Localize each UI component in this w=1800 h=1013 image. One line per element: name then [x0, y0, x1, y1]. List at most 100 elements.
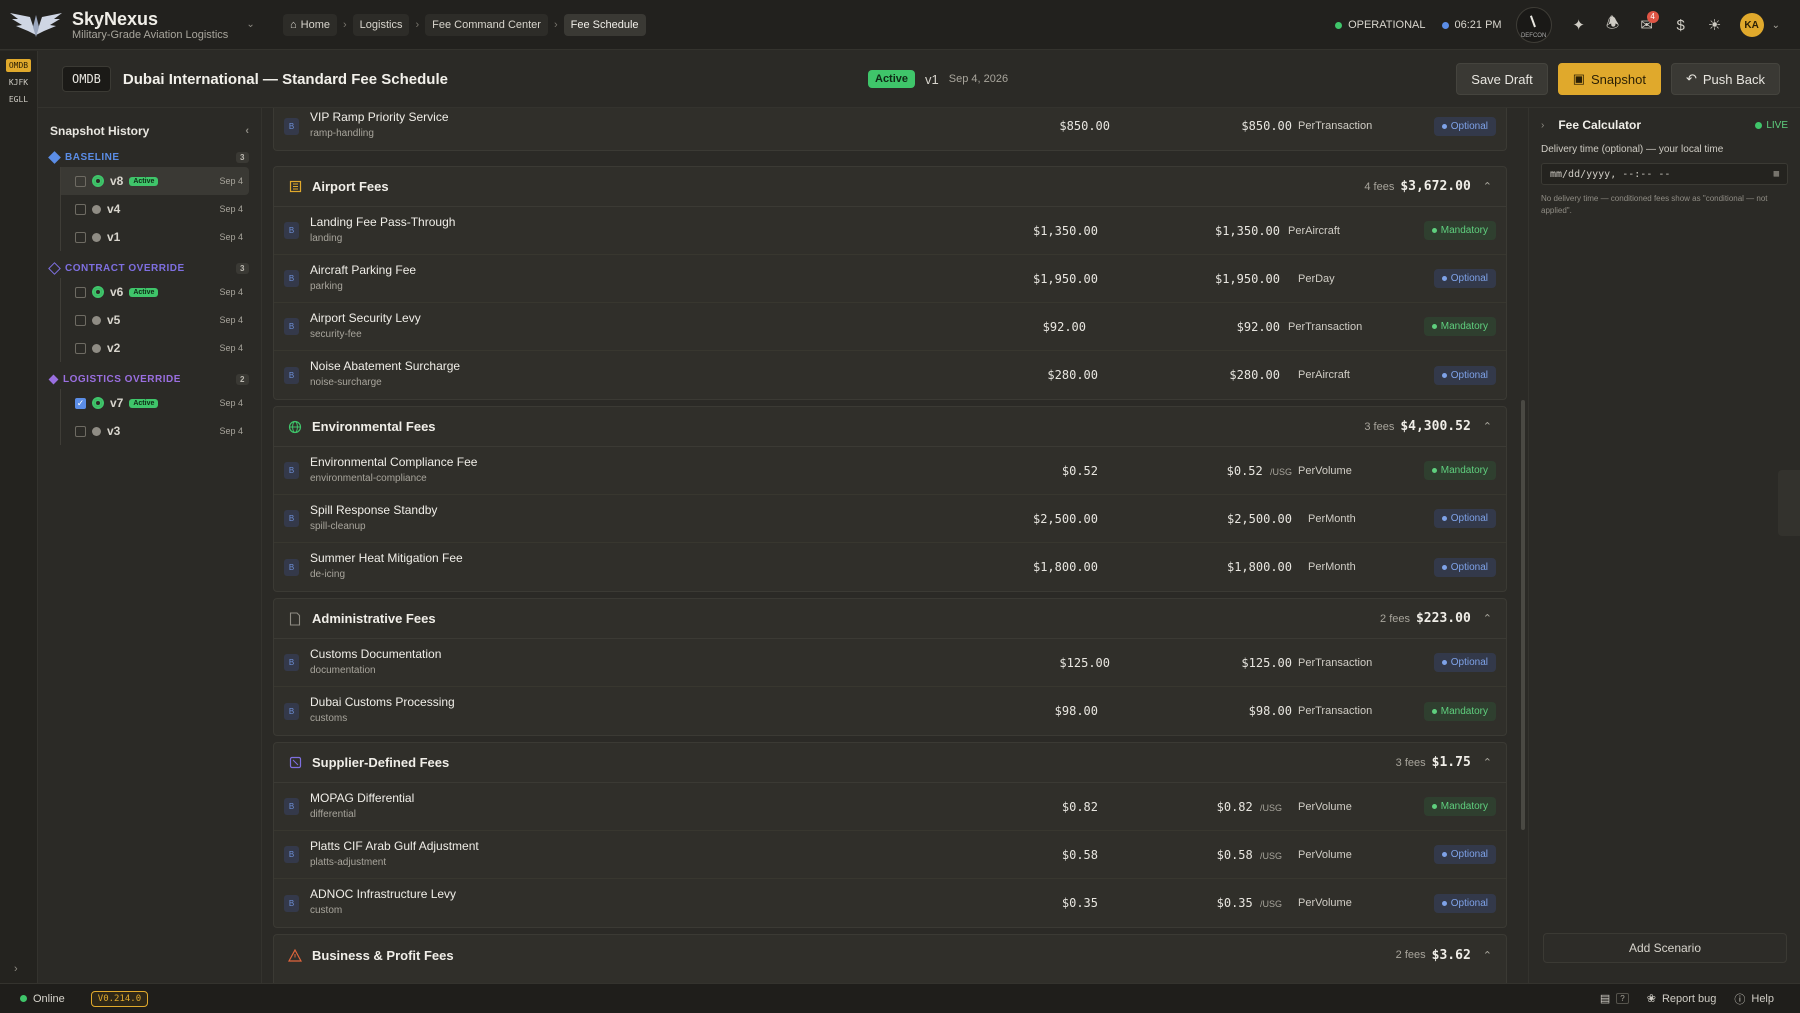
- optional-tag[interactable]: Optional: [1433, 893, 1496, 913]
- snapshot-checkbox-checked[interactable]: ✓: [75, 397, 86, 409]
- breadcrumb-fee-schedule[interactable]: Fee Schedule: [563, 13, 646, 36]
- fee-row[interactable]: B Summer Heat Mitigation Fee de-icing $1…: [274, 543, 1506, 591]
- system-status: OPERATIONAL: [1335, 19, 1426, 31]
- snapshot-checkbox[interactable]: [75, 175, 86, 187]
- chevron-down-icon[interactable]: ⌄: [1772, 20, 1780, 31]
- optional-tag[interactable]: Optional: [1433, 116, 1496, 136]
- snapshot-checkbox[interactable]: [75, 231, 86, 243]
- chevron-right-icon[interactable]: ›: [1541, 120, 1544, 131]
- mandatory-tag[interactable]: Mandatory: [1423, 221, 1496, 240]
- optional-tag[interactable]: Optional: [1433, 557, 1496, 577]
- mandatory-tag[interactable]: Mandatory: [1423, 461, 1496, 480]
- tag-label: Mandatory: [1440, 801, 1488, 812]
- dollar-icon[interactable]: $: [1664, 8, 1698, 42]
- fee-base-amount: $1,800.00: [1032, 560, 1098, 574]
- business-profit-fees-section: Business & Profit Fees 2 fees $3.62 ⌃: [273, 934, 1507, 983]
- live-label: LIVE: [1766, 119, 1788, 131]
- optional-tag[interactable]: Optional: [1433, 269, 1496, 288]
- optional-tag[interactable]: Optional: [1433, 509, 1496, 528]
- fee-row[interactable]: B Customs Documentation documentation $1…: [274, 639, 1506, 687]
- tag-label: Optional: [1450, 369, 1488, 381]
- section-header[interactable]: Administrative Fees 2 fees $223.00 ⌃: [274, 599, 1506, 639]
- snapshot-item-v7[interactable]: ✓ v7 Active Sep 4: [60, 389, 249, 417]
- group-contract-override[interactable]: CONTRACT OVERRIDE 3: [48, 262, 249, 275]
- fee-row[interactable]: B Airport Security Levy security-fee $92…: [274, 303, 1506, 351]
- rail-item-omdb[interactable]: OMDB: [6, 59, 31, 72]
- breadcrumb-logistics[interactable]: Logistics: [352, 13, 410, 36]
- chevron-up-icon[interactable]: ⌃: [1483, 949, 1492, 962]
- add-scenario-button[interactable]: Add Scenario: [1543, 933, 1787, 963]
- fee-code: ramp-handling: [310, 128, 374, 139]
- chevron-up-icon[interactable]: ⌃: [1483, 420, 1492, 433]
- fee-row[interactable]: B VIP Ramp Priority Service ramp-handlin…: [274, 108, 1506, 150]
- chevron-up-icon[interactable]: ⌃: [1483, 612, 1492, 625]
- help-button[interactable]: ⓘ Help: [1734, 991, 1774, 1007]
- fee-row[interactable]: B Environmental Compliance Fee environme…: [274, 447, 1506, 495]
- optional-tag[interactable]: Optional: [1433, 365, 1496, 385]
- fee-row[interactable]: B Aircraft Parking Fee parking $1,950.00…: [274, 255, 1506, 303]
- group-logistics-override[interactable]: LOGISTICS OVERRIDE 2: [48, 374, 249, 385]
- snapshot-item-v4[interactable]: v4 Sep 4: [60, 195, 249, 223]
- section-header[interactable]: Supplier-Defined Fees 3 fees $1.75 ⌃: [274, 743, 1506, 783]
- snapshot-item-v6[interactable]: v6 Active Sep 4: [60, 278, 249, 306]
- fee-name: Customs Documentation: [310, 647, 442, 661]
- side-panel-tab[interactable]: [1778, 470, 1800, 536]
- snapshot-checkbox[interactable]: [75, 342, 86, 354]
- snapshot-item-v8[interactable]: v8 Active Sep 4: [60, 167, 249, 195]
- save-draft-button[interactable]: Save Draft: [1456, 63, 1548, 95]
- chevron-left-icon[interactable]: ‹: [245, 125, 249, 137]
- fee-basis: PerVolume: [1298, 464, 1352, 477]
- brand[interactable]: SkyNexus Military-Grade Aviation Logisti…: [0, 7, 255, 43]
- group-baseline[interactable]: BASELINE 3: [48, 151, 249, 164]
- optional-tag[interactable]: Optional: [1433, 653, 1496, 672]
- snapshot-checkbox[interactable]: [75, 203, 86, 215]
- report-bug-button[interactable]: ❀ Report bug: [1647, 992, 1717, 1006]
- mandatory-tag[interactable]: Mandatory: [1423, 317, 1496, 336]
- main-scrollbar[interactable]: [1521, 400, 1525, 830]
- section-header[interactable]: Airport Fees 4 fees $3,672.00 ⌃: [274, 167, 1506, 207]
- chevron-up-icon[interactable]: ⌃: [1483, 180, 1492, 193]
- mandatory-tag[interactable]: Mandatory: [1423, 701, 1496, 721]
- snapshot-date: Sep 4: [219, 232, 243, 242]
- bell-icon[interactable]: 🕭: [1596, 8, 1630, 42]
- defcon-gauge[interactable]: DEFCON: [1515, 7, 1552, 43]
- airport-rail: OMDB KJFK EGLL: [0, 51, 38, 983]
- fee-row[interactable]: B Noise Abatement Surcharge noise-surcha…: [274, 351, 1506, 399]
- breadcrumb-home[interactable]: ⌂ Home: [283, 13, 337, 36]
- mandatory-tag[interactable]: Mandatory: [1423, 797, 1496, 816]
- chevron-up-icon[interactable]: ⌃: [1483, 756, 1492, 769]
- fee-unit: /USG: [1259, 802, 1282, 813]
- rail-item-kjfk[interactable]: KJFK: [6, 76, 31, 89]
- snapshot-item-v2[interactable]: v2 Sep 4: [60, 334, 249, 362]
- chevron-right-icon[interactable]: ›: [14, 963, 18, 975]
- inbox-icon[interactable]: ✉ 4: [1630, 8, 1664, 42]
- section-count: 2 fees: [1380, 612, 1410, 625]
- base-fee-icon: B: [284, 510, 299, 527]
- optional-tag[interactable]: Optional: [1433, 845, 1496, 864]
- calendar-icon[interactable]: ▦: [1774, 169, 1779, 179]
- snapshot-button[interactable]: ▣ Snapshot: [1557, 63, 1661, 95]
- sparkle-icon[interactable]: ✦: [1562, 8, 1596, 42]
- breadcrumb-fee-command-center[interactable]: Fee Command Center: [425, 13, 548, 36]
- snapshot-item-v5[interactable]: v5 Sep 4: [60, 306, 249, 334]
- fee-row[interactable]: B MOPAG Differential differential $0.82 …: [274, 783, 1506, 831]
- fee-row[interactable]: B Landing Fee Pass-Through landing $1,35…: [274, 207, 1506, 255]
- delivery-time-input[interactable]: mm/dd/yyyy, --:-- -- ▦: [1541, 163, 1788, 185]
- fee-row[interactable]: B Spill Response Standby spill-cleanup $…: [274, 495, 1506, 543]
- section-header[interactable]: Business & Profit Fees 2 fees $3.62 ⌃: [274, 935, 1506, 975]
- shortcuts[interactable]: ▤ ?: [1600, 992, 1629, 1005]
- push-back-button[interactable]: ↶ Push Back: [1670, 63, 1780, 95]
- rail-item-egll[interactable]: EGLL: [6, 93, 31, 106]
- fee-row[interactable]: B ADNOC Infrastructure Levy custom $0.35…: [274, 879, 1506, 927]
- snapshot-checkbox[interactable]: [75, 314, 86, 326]
- avatar[interactable]: KA: [1739, 13, 1764, 37]
- fee-row[interactable]: B Dubai Customs Processing customs $98.0…: [274, 687, 1506, 735]
- section-header[interactable]: Environmental Fees 3 fees $4,300.52 ⌃: [274, 407, 1506, 447]
- snapshot-checkbox[interactable]: [75, 286, 86, 298]
- chevron-down-icon[interactable]: ⌄: [246, 19, 254, 30]
- snapshot-checkbox[interactable]: [75, 425, 86, 437]
- snapshot-item-v1[interactable]: v1 Sep 4: [60, 223, 249, 251]
- sun-icon[interactable]: ☀: [1698, 8, 1732, 42]
- fee-row[interactable]: B Platts CIF Arab Gulf Adjustment platts…: [274, 831, 1506, 879]
- snapshot-item-v3[interactable]: v3 Sep 4: [60, 417, 249, 445]
